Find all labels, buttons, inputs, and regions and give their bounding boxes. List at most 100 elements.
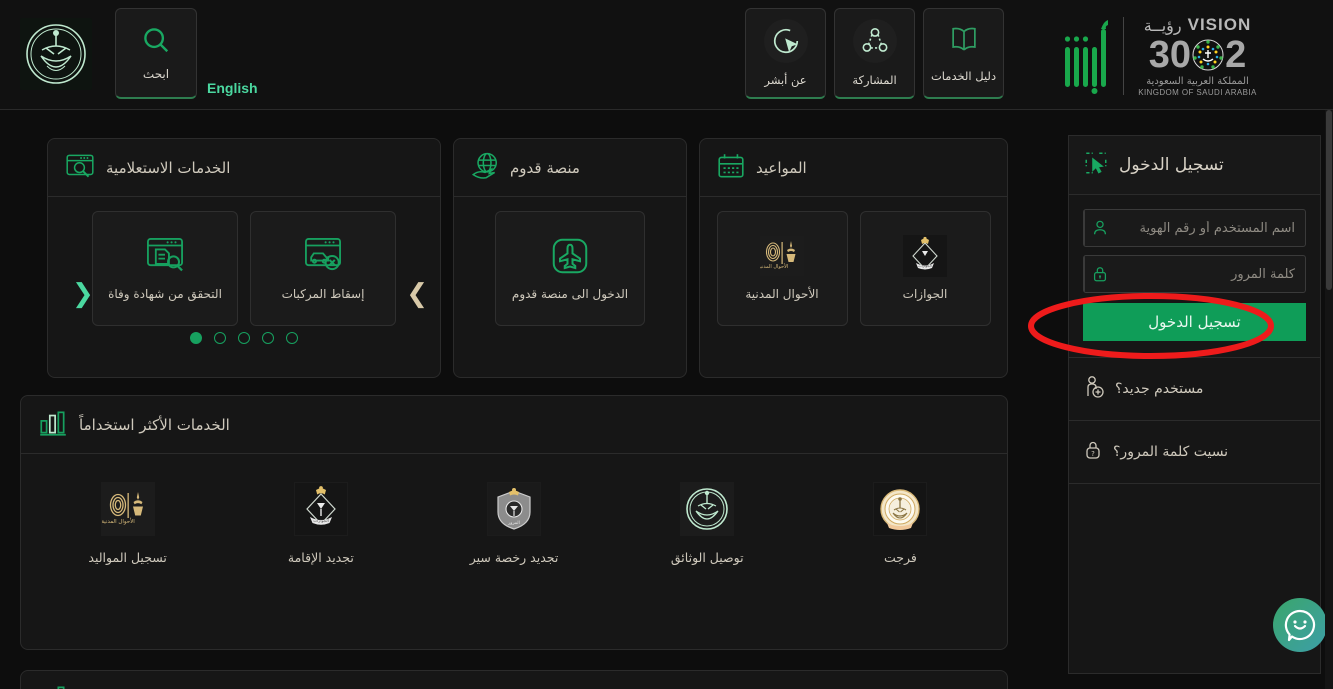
most-used-item-label: فرجت bbox=[883, 550, 917, 565]
svg-text:الجوازات: الجوازات bbox=[313, 518, 329, 523]
card-header: الخدمات الاستعلامية bbox=[48, 139, 440, 197]
app-root: ابحث English عن أبشر المشاركة دليل الخدم… bbox=[0, 0, 1333, 689]
tile-label: الجوازات bbox=[902, 286, 948, 301]
svg-text:الجوازات: الجوازات bbox=[918, 264, 931, 268]
vehicle-remove-icon bbox=[300, 235, 346, 277]
most-used-services-card: الخدمات الأكثر استخداماً الأحوال المدنية… bbox=[20, 395, 1008, 650]
bar-chart-icon bbox=[37, 683, 69, 689]
tile-label: الدخول الى منصة قدوم bbox=[511, 286, 629, 301]
most-used-grid: الأحوال المدنية تسجيل المواليد الجوازات … bbox=[21, 454, 1007, 591]
card-title: الخدمات الاستعلامية bbox=[106, 158, 231, 177]
scrollbar-thumb[interactable] bbox=[1326, 110, 1332, 290]
absher-list-card: قائمة أبشر لعام 2023 bbox=[20, 670, 1008, 689]
search-button[interactable]: ابحث bbox=[115, 8, 197, 99]
card-qudoom-platform: منصة قدوم الدخول الى منصة قدوم bbox=[453, 138, 687, 378]
carousel-dot[interactable] bbox=[286, 332, 298, 344]
civil-affairs-logo-icon: الأحوال المدنية bbox=[759, 235, 805, 277]
tile-label: إسقاط المركبات bbox=[281, 286, 365, 301]
svg-text:الأحوال المدنية: الأحوال المدنية bbox=[102, 517, 135, 525]
vision-mandala-icon bbox=[1192, 39, 1224, 71]
user-add-icon bbox=[1083, 375, 1105, 403]
tile-label: الأحوال المدنية bbox=[745, 286, 819, 301]
plane-square-icon bbox=[547, 235, 593, 277]
tile-civil-affairs[interactable]: الأحوال المدنية الأحوال المدنية bbox=[716, 211, 848, 326]
card-title: منصة قدوم bbox=[510, 158, 580, 177]
carousel-dot-active[interactable] bbox=[190, 332, 202, 344]
login-panel: تسجيل الدخول اسم المستخدم أو رقم الهوية … bbox=[1068, 135, 1332, 674]
page-scrollbar[interactable] bbox=[1325, 110, 1333, 689]
tile-passports[interactable]: الجوازات الجوازات bbox=[859, 211, 991, 326]
most-used-item-farajat[interactable]: فرجت bbox=[825, 482, 975, 565]
passports-logo-icon: الجوازات bbox=[902, 234, 948, 277]
most-used-item-birth-registration[interactable]: الأحوال المدنية تسجيل المواليد bbox=[53, 482, 203, 565]
most-used-item-document-delivery[interactable]: توصيل الوثائق bbox=[632, 482, 782, 565]
most-used-item-renew-vehicle-license[interactable]: المرور تجديد رخصة سير bbox=[439, 482, 589, 565]
card-body: الدخول الى منصة قدوم bbox=[454, 197, 686, 340]
passports-logo-icon: الجوازات bbox=[293, 482, 348, 536]
vision-2030-logo: VISION رؤيــة 2 30 المملكة العربية السعو… bbox=[1063, 12, 1263, 100]
svg-text:?: ? bbox=[1091, 450, 1095, 458]
traffic-logo-icon: المرور bbox=[487, 482, 542, 536]
carousel-dot[interactable] bbox=[214, 332, 226, 344]
vision-text-en: VISION bbox=[1187, 15, 1252, 34]
card-header: منصة قدوم bbox=[454, 139, 686, 197]
carousel-body: التحقق من شهادة وفاة إسقاط المركبات bbox=[48, 197, 440, 332]
card-appointments: المواعيد الأحوال المدنية الأحوال المدنية… bbox=[699, 138, 1008, 378]
vision-kingdom-ar: المملكة العربية السعودية bbox=[1146, 76, 1249, 87]
forgot-password-label: نسيت كلمة المرور؟ bbox=[1113, 444, 1229, 460]
chat-smiley-icon bbox=[1284, 609, 1316, 642]
service-cards-row: المواعيد الأحوال المدنية الأحوال المدنية… bbox=[20, 138, 1008, 378]
lock-question-icon: ? bbox=[1083, 439, 1103, 465]
new-user-link[interactable]: مستخدم جديد؟ bbox=[1068, 358, 1321, 421]
moi-logo-icon bbox=[680, 482, 735, 536]
nav-button-about-absher[interactable]: عن أبشر bbox=[745, 8, 826, 99]
bar-chart-icon bbox=[37, 408, 69, 442]
vision-year-right: 30 bbox=[1148, 34, 1192, 76]
username-input[interactable] bbox=[1115, 210, 1305, 246]
login-panel-header: تسجيل الدخول bbox=[1068, 135, 1332, 195]
carousel-dots bbox=[48, 332, 440, 356]
nav-button-label: دليل الخدمات bbox=[930, 69, 997, 83]
carousel-dot[interactable] bbox=[262, 332, 274, 344]
carousel-dot[interactable] bbox=[238, 332, 250, 344]
header-nav-group: عن أبشر المشاركة دليل الخدمات bbox=[745, 8, 1004, 99]
share-network-icon bbox=[852, 19, 897, 63]
tile-enter-qudoom[interactable]: الدخول الى منصة قدوم bbox=[495, 211, 645, 326]
svg-text:الأحوال المدنية: الأحوال المدنية bbox=[760, 263, 788, 270]
english-language-link[interactable]: English bbox=[207, 80, 258, 96]
most-used-item-label: تجديد الإقامة bbox=[287, 550, 354, 565]
card-header: قائمة أبشر لعام 2023 bbox=[21, 671, 1007, 689]
saudi-emblem-icon bbox=[26, 24, 86, 84]
card-header: المواعيد bbox=[700, 139, 1007, 197]
new-user-label: مستخدم جديد؟ bbox=[1115, 381, 1204, 397]
nav-button-label: المشاركة bbox=[852, 73, 897, 87]
main-content: المواعيد الأحوال المدنية الأحوال المدنية… bbox=[0, 110, 1333, 689]
search-button-label: ابحث bbox=[142, 67, 170, 81]
user-icon bbox=[1084, 210, 1115, 246]
saudi-emblem-logo[interactable] bbox=[20, 18, 92, 90]
cursor-select-icon bbox=[1083, 150, 1109, 180]
tile-vehicle-removal[interactable]: إسقاط المركبات bbox=[250, 211, 396, 326]
card-inquiry-services: الخدمات الاستعلامية التحقق من شهادة وفاة… bbox=[47, 138, 441, 378]
password-input[interactable] bbox=[1115, 256, 1305, 292]
most-used-item-renew-residency[interactable]: الجوازات تجديد الإقامة bbox=[246, 482, 396, 565]
globe-plane-icon bbox=[470, 151, 500, 185]
carousel-prev-button[interactable]: ❮ bbox=[72, 281, 94, 307]
card-title: المواعيد bbox=[756, 158, 807, 177]
username-field-wrapper bbox=[1083, 209, 1306, 247]
most-used-item-label: توصيل الوثائق bbox=[670, 550, 744, 565]
chat-widget-button[interactable] bbox=[1273, 598, 1327, 652]
nav-button-services-guide[interactable]: دليل الخدمات bbox=[923, 8, 1004, 99]
cursor-circle-icon bbox=[763, 19, 808, 63]
book-icon bbox=[948, 23, 980, 59]
login-submit-button[interactable]: تسجيل الدخول bbox=[1083, 303, 1306, 341]
farajat-logo-icon bbox=[873, 482, 928, 536]
carousel-next-button[interactable]: ❯ bbox=[406, 281, 428, 307]
password-field-wrapper bbox=[1083, 255, 1306, 293]
nav-button-participation[interactable]: المشاركة bbox=[834, 8, 915, 99]
most-used-item-label: تسجيل المواليد bbox=[88, 550, 167, 565]
forgot-password-link[interactable]: ? نسيت كلمة المرور؟ bbox=[1068, 421, 1321, 484]
tile-verify-death-certificate[interactable]: التحقق من شهادة وفاة bbox=[92, 211, 238, 326]
search-icon bbox=[144, 28, 169, 53]
calendar-icon bbox=[716, 151, 746, 185]
